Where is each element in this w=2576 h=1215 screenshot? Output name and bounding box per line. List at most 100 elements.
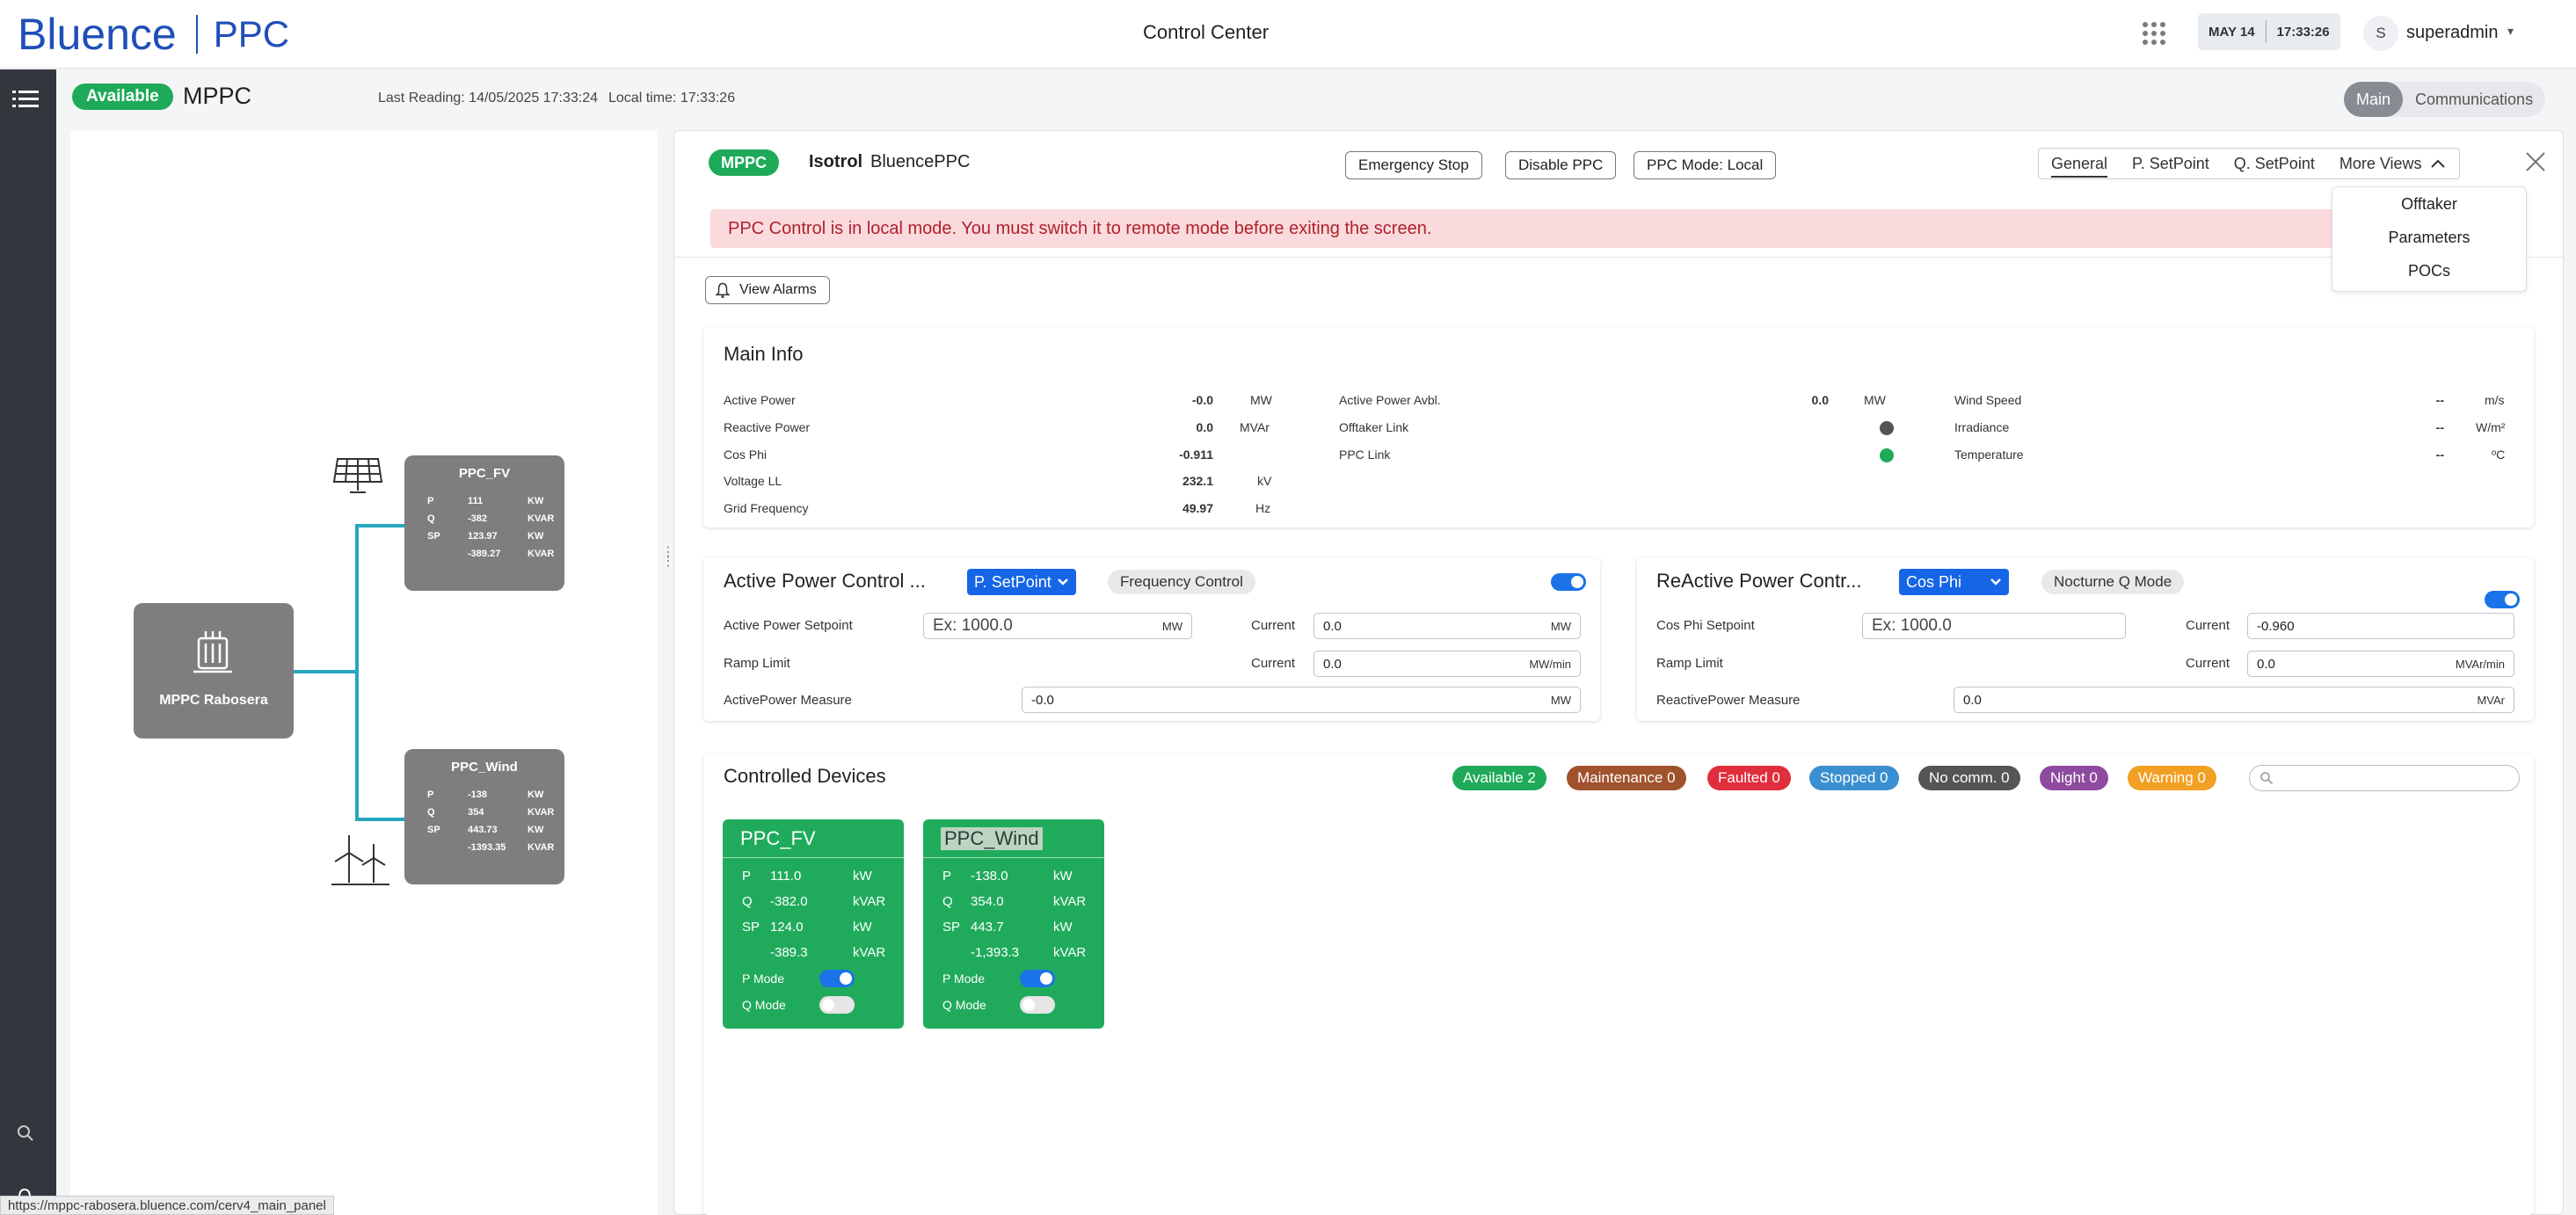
search-icon[interactable]: [16, 1124, 35, 1143]
info-unit: m/s: [2485, 393, 2505, 407]
local-mode-alert: PPC Control is in local mode. You must s…: [710, 209, 2514, 248]
field-label: Current: [2186, 618, 2230, 633]
active-power-toggle[interactable]: [1551, 573, 1586, 591]
filter-faulted-badge[interactable]: Faulted 0: [1707, 766, 1791, 790]
transformer-icon: [193, 631, 232, 673]
info-unit: Hz: [1255, 501, 1271, 515]
model-name: BluencePPC: [870, 152, 971, 171]
frequency-control-chip[interactable]: Frequency Control: [1108, 570, 1255, 594]
input-unit: MW: [1550, 619, 1571, 633]
row-value: 354.0: [971, 894, 1004, 909]
diagram-node-row: SP 443.73 KW: [427, 821, 564, 839]
more-views-menu: Offtaker Parameters POCs: [2332, 186, 2527, 292]
input-unit: MW: [1161, 619, 1182, 633]
view-communications-button[interactable]: Communications: [2403, 82, 2545, 117]
avatar[interactable]: S: [2363, 16, 2398, 51]
disable-ppc-button[interactable]: Disable PPC: [1505, 151, 1617, 179]
device-search-input[interactable]: [2249, 765, 2520, 791]
emergency-stop-button[interactable]: Emergency Stop: [1345, 151, 1482, 179]
p-mode-toggle[interactable]: [1020, 970, 1055, 987]
list-menu-icon[interactable]: [12, 89, 39, 110]
field-label: ReactivePower Measure: [1656, 693, 1801, 708]
row-unit: KW: [528, 825, 544, 835]
time-text: 17:33:26: [2276, 24, 2330, 40]
info-label: Voltage LL: [724, 474, 782, 488]
filter-maintenance-badge[interactable]: Maintenance 0: [1567, 766, 1686, 790]
tab-more-views-label: More Views: [2339, 154, 2422, 172]
diagram-node-fv[interactable]: PPC_FV P 111 KW Q -382 KVAR SP 123.97 KW -389.…: [404, 455, 564, 591]
local-time: Local time: 17:33:26: [608, 91, 736, 105]
datetime-display: MAY 14 17:33:26: [2198, 13, 2340, 50]
device-tile-wind[interactable]: PPC_Wind P -138.0 kW Q 354.0 kVAR SP 443.7 kW …: [923, 819, 1104, 1029]
row-key: SP: [427, 825, 440, 835]
view-alarms-button[interactable]: View Alarms: [705, 276, 830, 304]
filter-available-badge[interactable]: Available 2: [1452, 766, 1546, 790]
field-label: Current: [1251, 656, 1296, 671]
cos-phi-setpoint-input[interactable]: Ex: 1000.0: [1862, 613, 2126, 639]
row-value: -1393.35: [468, 842, 506, 853]
row-value: 443.7: [971, 920, 1004, 935]
info-unit: MW: [1864, 393, 1886, 407]
filter-stopped-badge[interactable]: Stopped 0: [1809, 766, 1899, 790]
chevron-down-icon[interactable]: ▾: [2507, 24, 2514, 39]
diagram-node-wind[interactable]: PPC_Wind P -138 KW Q 354 KVAR SP 443.73 KW -13…: [404, 749, 564, 884]
diagram-node-title: PPC_Wind: [451, 760, 518, 775]
row-key: P: [427, 496, 434, 506]
row-unit: KVAR: [528, 549, 555, 559]
close-icon[interactable]: [2523, 149, 2548, 174]
row-unit: kVAR: [1053, 945, 1087, 960]
device-tile-row: -1,393.3 kVAR: [923, 940, 1104, 965]
view-main-button[interactable]: Main: [2344, 82, 2404, 117]
row-value: -389.3: [770, 945, 808, 960]
active-power-setpoint-input[interactable]: Ex: 1000.0 MW: [923, 613, 1192, 639]
filter-no-comm-badge[interactable]: No comm. 0: [1918, 766, 2020, 790]
nocturne-q-mode-chip[interactable]: Nocturne Q Mode: [2041, 570, 2185, 594]
field-label: ActivePower Measure: [724, 693, 852, 708]
field-label: Current: [1251, 618, 1296, 633]
top-bar: [0, 0, 2576, 69]
ppc-mode-button[interactable]: PPC Mode: Local: [1634, 151, 1777, 179]
device-tile-fv[interactable]: PPC_FV P 111.0 kW Q -382.0 kVAR SP 124.0 kW -3…: [723, 819, 904, 1029]
q-mode-toggle[interactable]: [1020, 996, 1055, 1014]
row-unit: KVAR: [528, 807, 555, 818]
username[interactable]: superadmin: [2406, 23, 2499, 43]
row-value: -138.0: [971, 869, 1008, 884]
brand-logo[interactable]: Bluence PPC: [18, 9, 289, 60]
p-mode-row: P Mode: [723, 965, 904, 992]
device-tile-row: SP 443.7 kW: [923, 914, 1104, 940]
input-value: 0.0: [2257, 656, 2275, 672]
filter-night-badge[interactable]: Night 0: [2040, 766, 2108, 790]
tab-general[interactable]: General: [2039, 149, 2120, 178]
diagram-node-root[interactable]: MPPC Rabosera: [134, 603, 294, 738]
diagram-node-row: Q -382 KVAR: [427, 510, 564, 527]
input-placeholder: Ex: 1000.0: [933, 616, 1013, 635]
row-key: P: [427, 789, 434, 800]
tab-p-setpoint[interactable]: P. SetPoint: [2120, 149, 2222, 178]
filter-warning-badge[interactable]: Warning 0: [2128, 766, 2216, 790]
row-key: SP: [742, 920, 760, 935]
tab-more-views[interactable]: More Views: [2327, 149, 2459, 178]
reactive-power-title: ReActive Power Contr...: [1656, 570, 1862, 592]
chevron-up-icon: [2430, 159, 2445, 168]
row-value: 111.0: [770, 869, 802, 884]
reactive-power-mode-select[interactable]: Cos Phi: [1899, 569, 2010, 595]
menu-item-pocs[interactable]: POCs: [2332, 254, 2526, 287]
sidebar: [0, 69, 56, 1215]
menu-item-offtaker[interactable]: Offtaker: [2332, 187, 2526, 221]
input-value: 0.0: [1963, 692, 1982, 708]
apps-grid-icon[interactable]: [2138, 18, 2170, 49]
info-unit: ºC: [2492, 447, 2506, 462]
row-unit: KVAR: [528, 842, 555, 853]
info-label: Active Power Avbl.: [1339, 393, 1441, 407]
row-unit: KVAR: [528, 513, 555, 524]
tab-q-setpoint[interactable]: Q. SetPoint: [2222, 149, 2327, 178]
q-mode-toggle[interactable]: [819, 996, 855, 1014]
last-reading: Last Reading: 14/05/2025 17:33:24: [378, 91, 598, 105]
row-key: Q: [427, 807, 435, 818]
active-power-mode-select[interactable]: P. SetPoint: [967, 569, 1076, 595]
reactive-power-toggle[interactable]: [2485, 591, 2520, 608]
info-label: Temperature: [1954, 447, 2024, 462]
p-mode-toggle[interactable]: [819, 970, 855, 987]
menu-item-parameters[interactable]: Parameters: [2332, 221, 2526, 254]
row-unit: kW: [1053, 920, 1073, 935]
